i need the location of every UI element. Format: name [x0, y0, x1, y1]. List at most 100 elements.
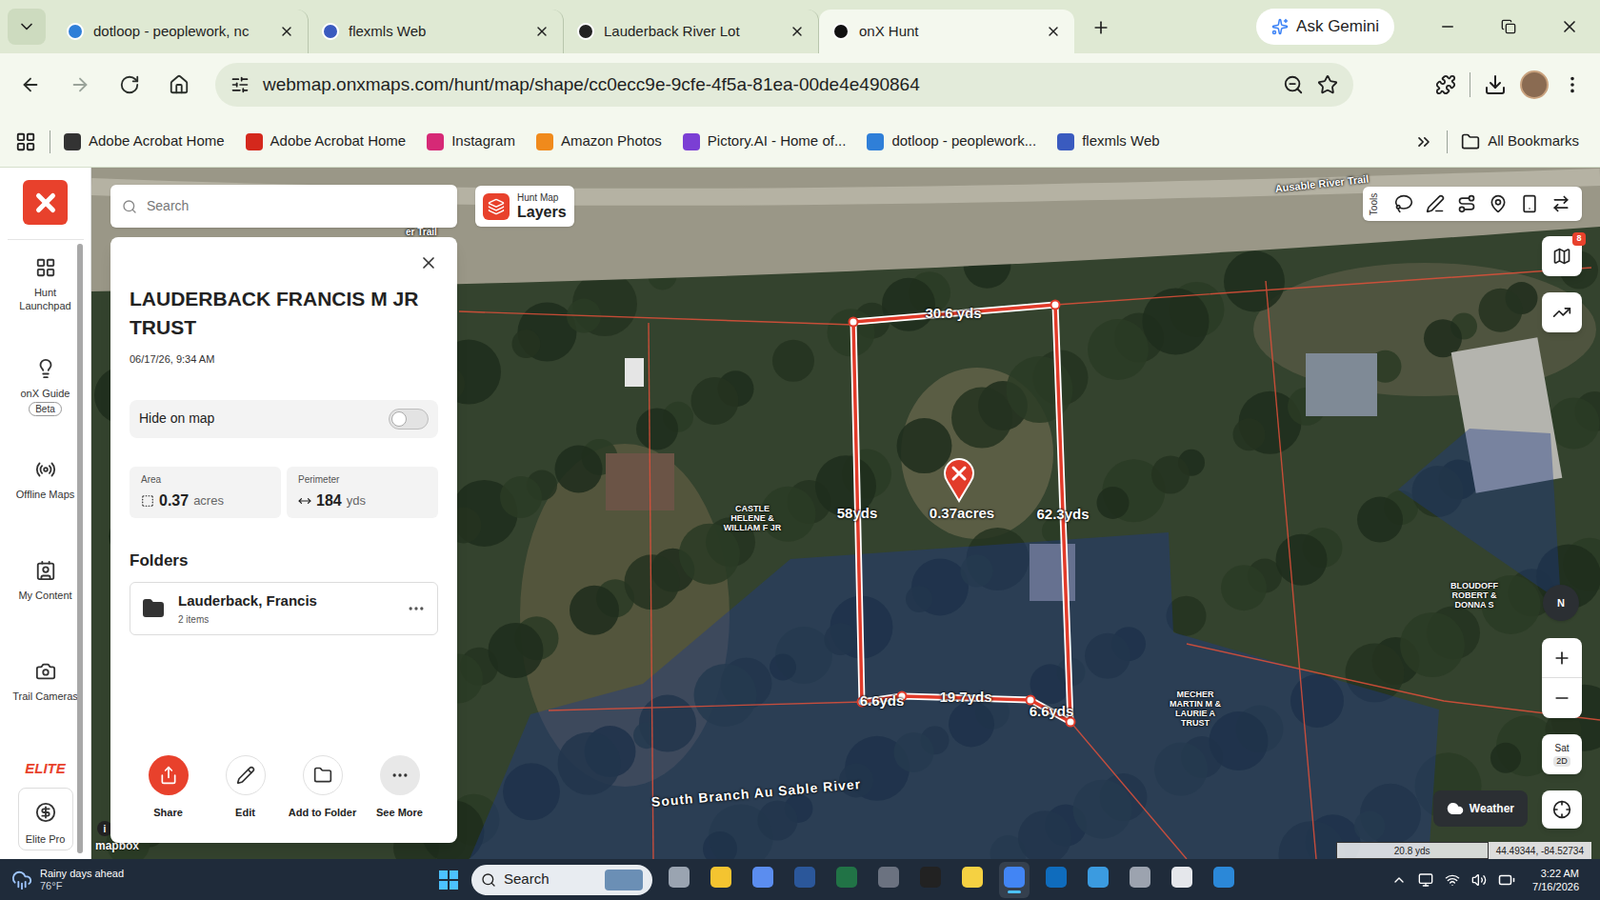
- weather-text: Rainy days ahead76°F: [40, 867, 124, 893]
- locate-button[interactable]: [1541, 790, 1582, 829]
- bookmark-item[interactable]: Adobe Acrobat Home: [245, 130, 407, 153]
- close-window-button[interactable]: [1539, 0, 1600, 54]
- action-button[interactable]: See More: [360, 755, 439, 821]
- device-icon[interactable]: [1520, 194, 1540, 214]
- rail-item[interactable]: My Content: [7, 542, 84, 644]
- taskbar-app[interactable]: [789, 861, 820, 899]
- omnibox[interactable]: webmap.onxmaps.com/hunt/map/shape/cc0ecc…: [215, 62, 1354, 107]
- clock[interactable]: 3:22 AM7/16/2026: [1532, 866, 1589, 894]
- action-button[interactable]: Share: [129, 755, 207, 821]
- rail-item[interactable]: Trail Cameras: [7, 643, 84, 745]
- taskbar-app[interactable]: [915, 861, 946, 899]
- wifi-icon[interactable]: [1444, 872, 1460, 888]
- action-button[interactable]: Edit: [206, 755, 284, 821]
- hide-on-map-toggle[interactable]: [388, 408, 429, 430]
- weather-widget[interactable]: Rainy days ahead76°F: [11, 867, 440, 893]
- taskbar-app[interactable]: [663, 861, 695, 899]
- rail-item[interactable]: Hunt Launchpad: [7, 240, 84, 341]
- map-view[interactable]: Ausable River Trailer TrailSouth Branch …: [91, 167, 1600, 860]
- browser-tab[interactable]: Lauderback River Lot: [563, 9, 820, 54]
- zoom-icon[interactable]: [1282, 74, 1304, 96]
- apps-icon[interactable]: [15, 131, 37, 153]
- bookmark-item[interactable]: Pictory.AI - Home of...: [682, 130, 847, 153]
- taskbar-app[interactable]: [873, 861, 904, 899]
- taskbar-app[interactable]: [1124, 861, 1156, 899]
- bookmark-item[interactable]: Adobe Acrobat Home: [63, 130, 225, 153]
- home-button[interactable]: [158, 63, 200, 106]
- route-icon[interactable]: [1457, 194, 1477, 214]
- zoom-out-button[interactable]: [1541, 678, 1582, 719]
- scrollbar-thumb[interactable]: [77, 243, 83, 854]
- weather-button[interactable]: Weather: [1433, 790, 1528, 827]
- elite-pro-card[interactable]: Elite Pro: [18, 787, 74, 851]
- menu-icon[interactable]: [1561, 74, 1583, 96]
- reload-icon: [119, 74, 140, 96]
- taskbar-app[interactable]: [1208, 861, 1240, 899]
- extensions-icon[interactable]: [1435, 74, 1457, 96]
- site-info-icon[interactable]: [230, 75, 250, 95]
- restore-button[interactable]: [1478, 0, 1540, 54]
- offline-map-button[interactable]: 8: [1541, 236, 1582, 277]
- close-panel-icon[interactable]: [419, 253, 439, 273]
- layers-button[interactable]: Hunt MapLayers: [475, 185, 575, 227]
- map-type-button[interactable]: Sat2D: [1541, 734, 1582, 775]
- taskbar-app[interactable]: [1082, 861, 1114, 899]
- rail-item[interactable]: onX GuideBeta: [7, 340, 84, 442]
- battery-icon[interactable]: [1498, 871, 1516, 889]
- hide-on-map-row[interactable]: Hide on map: [129, 400, 439, 439]
- download-icon[interactable]: [1483, 73, 1507, 97]
- forward-button[interactable]: [59, 63, 101, 106]
- minimize-button[interactable]: [1417, 0, 1479, 54]
- back-button[interactable]: [9, 63, 52, 106]
- pen-icon[interactable]: [1425, 194, 1445, 214]
- rail-scrollbar[interactable]: [77, 243, 83, 854]
- taskbar-app[interactable]: [999, 861, 1030, 899]
- browser-tab[interactable]: onX Hunt: [819, 9, 1075, 54]
- compass[interactable]: N: [1542, 584, 1580, 621]
- taskbar-search[interactable]: Search: [471, 864, 653, 896]
- lasso-icon[interactable]: [1394, 194, 1414, 214]
- activity-button[interactable]: [1541, 292, 1582, 333]
- logo-x-icon: [31, 188, 60, 218]
- bookmark-item[interactable]: dotloop - peoplework...: [866, 130, 1037, 153]
- volume-icon[interactable]: [1471, 872, 1487, 888]
- rail-item[interactable]: Offline Maps: [7, 441, 84, 543]
- bookmark-star-icon[interactable]: [1317, 74, 1339, 96]
- profile-avatar[interactable]: [1520, 70, 1549, 100]
- new-tab-button[interactable]: [1083, 10, 1119, 45]
- swap-icon[interactable]: [1551, 194, 1571, 214]
- app-icon: [710, 866, 732, 888]
- all-bookmarks[interactable]: All Bookmarks: [1460, 130, 1585, 153]
- pin-icon[interactable]: [1488, 194, 1508, 214]
- close-icon[interactable]: [279, 23, 295, 40]
- tab-search-button[interactable]: [7, 8, 46, 45]
- folder-menu-icon[interactable]: [406, 599, 426, 619]
- shape-pin-icon[interactable]: [944, 459, 974, 501]
- browser-tab[interactable]: dotloop - peoplework, nc: [53, 9, 309, 54]
- close-icon[interactable]: [1045, 23, 1061, 40]
- taskbar-app[interactable]: [1040, 861, 1072, 899]
- bookmark-item[interactable]: Amazon Photos: [536, 130, 662, 153]
- close-icon[interactable]: [789, 23, 805, 40]
- more-bookmarks-icon[interactable]: [1414, 132, 1434, 152]
- tab-label: flexmls Web: [348, 20, 525, 43]
- browser-tab[interactable]: flexmls Web: [308, 9, 564, 54]
- taskbar-app[interactable]: [831, 861, 862, 899]
- reload-button[interactable]: [108, 63, 151, 106]
- display-icon[interactable]: [1418, 872, 1434, 888]
- tray-overflow-icon[interactable]: [1391, 872, 1407, 888]
- taskbar-app[interactable]: [705, 861, 737, 899]
- map-search[interactable]: Search: [110, 184, 458, 228]
- taskbar-app[interactable]: [747, 861, 779, 899]
- action-button[interactable]: Add to Folder: [283, 755, 361, 821]
- bookmark-item[interactable]: Instagram: [426, 130, 516, 153]
- gemini-button[interactable]: Ask Gemini: [1256, 8, 1395, 45]
- windows-start[interactable]: [439, 870, 459, 890]
- folder-card[interactable]: Lauderback, Francis2 items: [129, 581, 439, 636]
- zoom-in-button[interactable]: [1541, 638, 1582, 679]
- taskbar-app[interactable]: [1166, 861, 1198, 899]
- taskbar-app[interactable]: [957, 861, 988, 899]
- onx-logo[interactable]: [22, 180, 68, 225]
- bookmark-item[interactable]: flexmls Web: [1057, 130, 1160, 153]
- close-icon[interactable]: [534, 23, 550, 40]
